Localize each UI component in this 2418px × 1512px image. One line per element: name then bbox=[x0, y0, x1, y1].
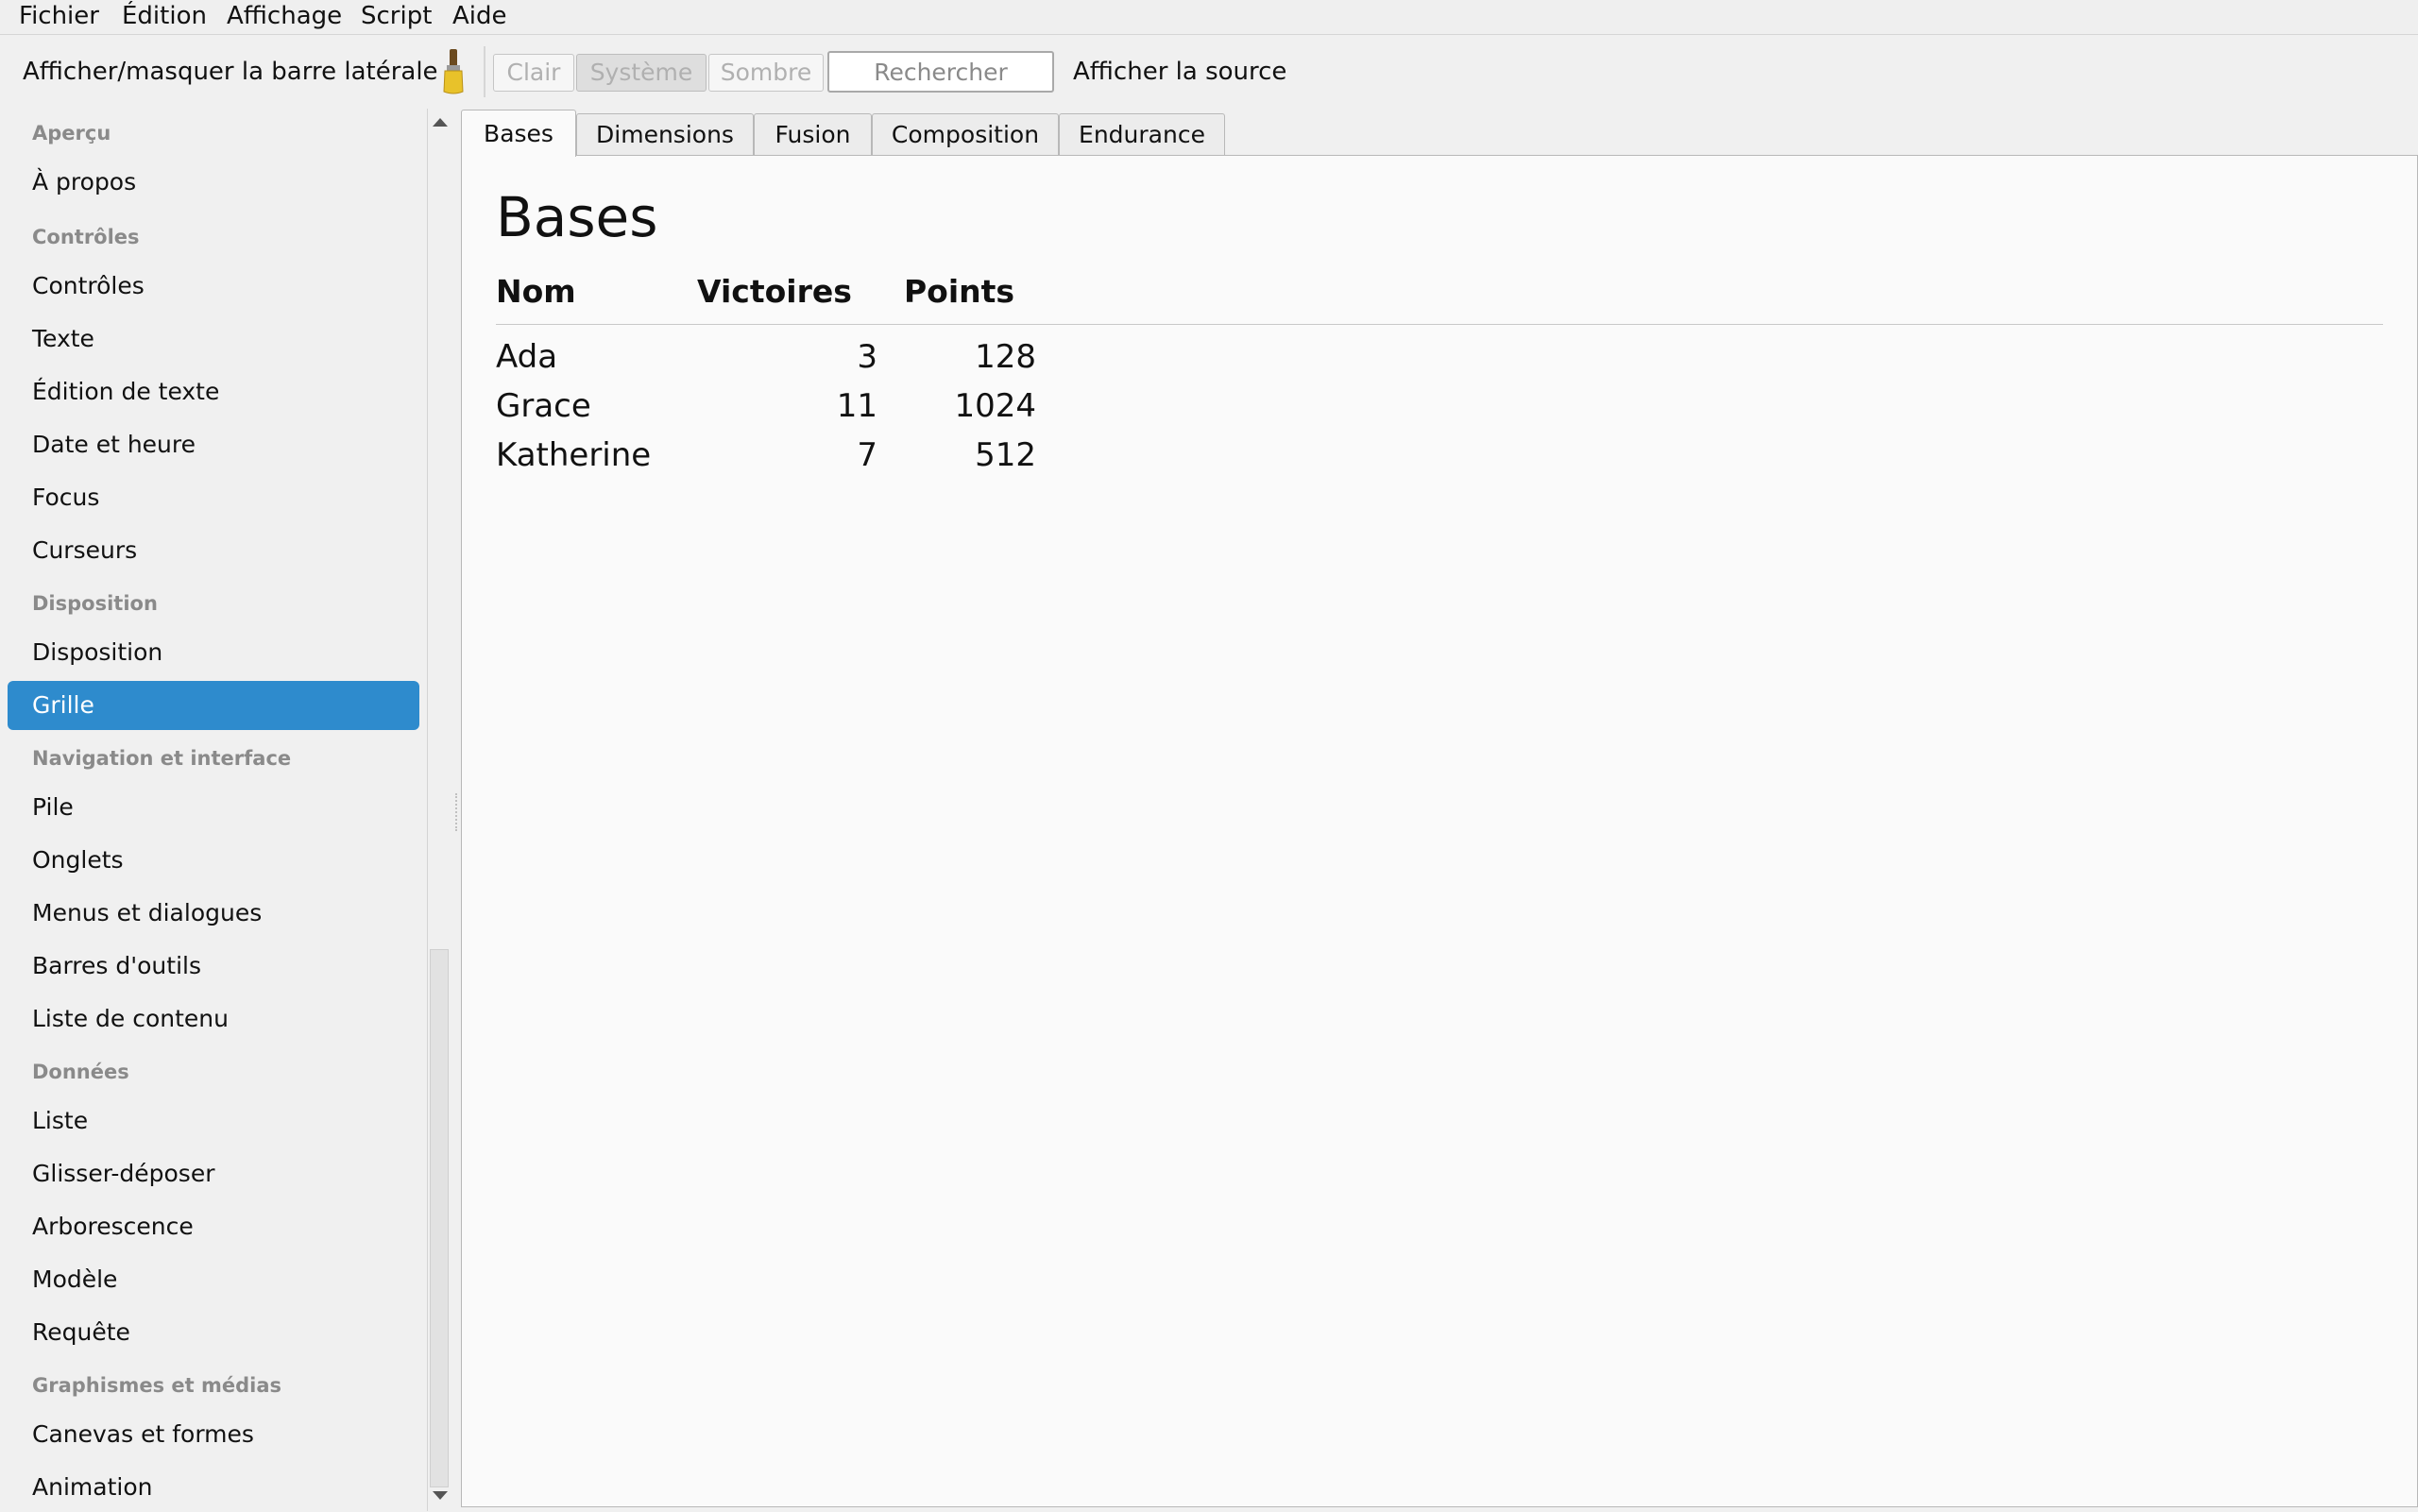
sidebar-item-glisser-deposer[interactable]: Glisser-déposer bbox=[8, 1149, 419, 1198]
sidebar-item-menus-et-dialogues[interactable]: Menus et dialogues bbox=[8, 889, 419, 938]
sidebar-item-disposition[interactable]: Disposition bbox=[8, 628, 419, 677]
sidebar-item-requete[interactable]: Requête bbox=[8, 1308, 419, 1357]
table-cell-victoires: 11 bbox=[836, 387, 877, 425]
sidebar-item-a-propos[interactable]: À propos bbox=[8, 158, 419, 207]
sidebar-item-grille[interactable]: Grille bbox=[8, 681, 419, 730]
menu-aide[interactable]: Aide bbox=[452, 0, 507, 32]
theme-system-button[interactable]: Système bbox=[576, 54, 707, 92]
sidebar-item-pile[interactable]: Pile bbox=[8, 783, 419, 832]
menu-fichier[interactable]: Fichier bbox=[19, 0, 99, 32]
sidebar-item-controles[interactable]: Contrôles bbox=[8, 262, 419, 311]
sidebar-section-disposition: Disposition bbox=[32, 592, 158, 615]
sidebar-item-animation[interactable]: Animation bbox=[8, 1463, 419, 1512]
theme-dark-button[interactable]: Sombre bbox=[708, 54, 824, 92]
tab-composition[interactable]: Composition bbox=[872, 113, 1059, 155]
tab-bases[interactable]: Bases bbox=[461, 110, 576, 157]
sidebar-item-edition-de-texte[interactable]: Édition de texte bbox=[8, 367, 419, 416]
theme-light-button[interactable]: Clair bbox=[493, 54, 574, 92]
table-cell-victoires: 7 bbox=[857, 436, 877, 474]
header-divider bbox=[496, 324, 2383, 325]
tab-fusion[interactable]: Fusion bbox=[754, 113, 872, 155]
sidebar-item-canevas-et-formes[interactable]: Canevas et formes bbox=[8, 1410, 419, 1459]
menu-script[interactable]: Script bbox=[361, 0, 432, 32]
table-cell-name: Ada bbox=[496, 338, 558, 376]
menubar: Fichier Édition Affichage Script Aide bbox=[0, 0, 2418, 35]
sidebar-section-graphismes-et-medias: Graphismes et médias bbox=[32, 1374, 281, 1397]
sidebar-item-onglets[interactable]: Onglets bbox=[8, 836, 419, 885]
table-cell-name: Katherine bbox=[496, 436, 652, 474]
sidebar-item-liste[interactable]: Liste bbox=[8, 1096, 419, 1146]
sidebar-section-apercu: Aperçu bbox=[32, 122, 111, 144]
toggle-sidebar-button[interactable]: Afficher/masquer la barre latérale bbox=[23, 35, 438, 109]
sidebar-item-barres-d-outils[interactable]: Barres d'outils bbox=[8, 942, 419, 991]
view-source-button[interactable]: Afficher la source bbox=[1073, 35, 1286, 109]
column-header-victoires: Victoires bbox=[697, 273, 852, 310]
sidebar-item-curseurs[interactable]: Curseurs bbox=[8, 526, 419, 575]
tab-endurance[interactable]: Endurance bbox=[1059, 113, 1225, 155]
toolbar-separator bbox=[484, 46, 485, 97]
column-header-points: Points bbox=[904, 273, 1015, 310]
table-cell-name: Grace bbox=[496, 387, 591, 425]
sidebar: Aperçu À propos Contrôles Contrôles Texte Édi… bbox=[0, 109, 427, 1511]
menu-edition[interactable]: Édition bbox=[122, 0, 207, 32]
sidebar-scrollbar[interactable] bbox=[427, 109, 451, 1511]
sidebar-section-navigation-et-interface: Navigation et interface bbox=[32, 747, 292, 770]
tab-dimensions[interactable]: Dimensions bbox=[576, 113, 754, 155]
scroll-up-arrow-icon[interactable] bbox=[433, 118, 448, 127]
sidebar-item-arborescence[interactable]: Arborescence bbox=[8, 1202, 419, 1251]
scroll-down-arrow-icon[interactable] bbox=[433, 1491, 448, 1500]
sidebar-item-focus[interactable]: Focus bbox=[8, 473, 419, 522]
tab-content-panel: Bases Nom Victoires Points Ada 3 128 Gra… bbox=[461, 155, 2418, 1507]
sidebar-section-donnees: Données bbox=[32, 1061, 129, 1083]
toolbar: Afficher/masquer la barre latérale Clair… bbox=[0, 35, 2418, 109]
sidebar-item-date-et-heure[interactable]: Date et heure bbox=[8, 420, 419, 469]
column-header-nom: Nom bbox=[496, 273, 576, 310]
menu-affichage[interactable]: Affichage bbox=[227, 0, 342, 32]
table-cell-victoires: 3 bbox=[857, 338, 877, 376]
sidebar-item-liste-de-contenu[interactable]: Liste de contenu bbox=[8, 994, 419, 1044]
sidebar-item-texte[interactable]: Texte bbox=[8, 314, 419, 364]
scrollbar-thumb[interactable] bbox=[430, 949, 449, 1487]
paintbrush-icon[interactable] bbox=[436, 48, 470, 95]
sidebar-section-controles: Contrôles bbox=[32, 226, 140, 248]
sidebar-item-modele[interactable]: Modèle bbox=[8, 1255, 419, 1304]
page-title: Bases bbox=[496, 185, 658, 249]
table-cell-points: 512 bbox=[975, 436, 1036, 474]
table-cell-points: 128 bbox=[975, 338, 1036, 376]
search-input[interactable] bbox=[827, 51, 1054, 93]
table-cell-points: 1024 bbox=[954, 387, 1036, 425]
